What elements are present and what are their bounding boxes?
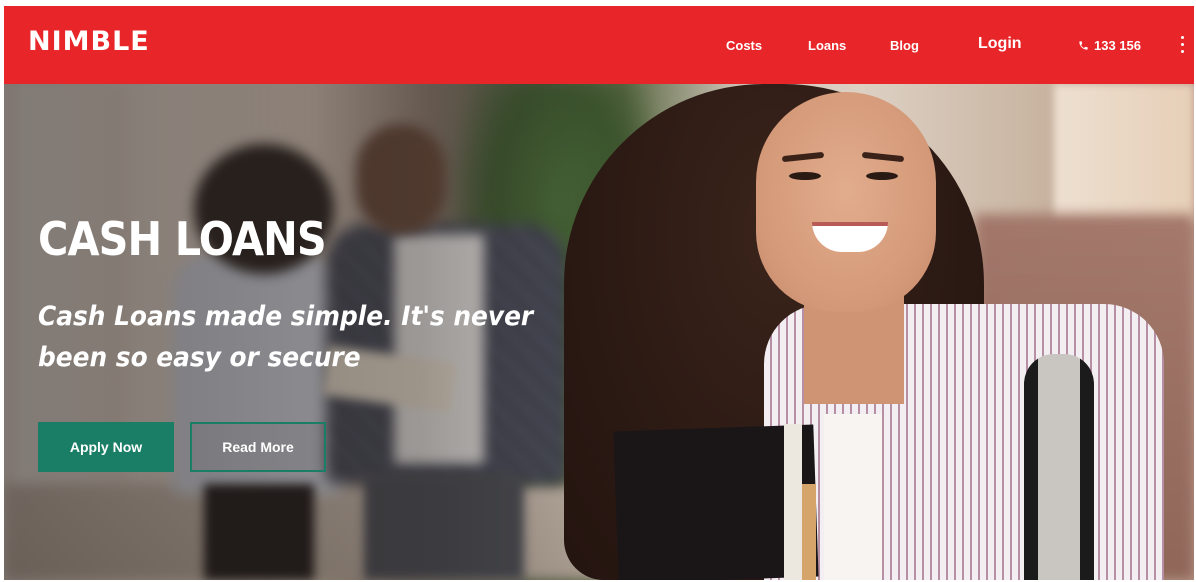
paper-stack [784,424,802,580]
read-more-button[interactable]: Read More [190,422,326,472]
phone-number: 133 156 [1094,38,1141,53]
woman-eye [866,172,898,180]
nav-link-costs[interactable]: Costs [726,38,762,53]
top-navbar: NIMBLE Costs Loans Blog Login 133 156 [4,6,1194,84]
nav-link-blog[interactable]: Blog [890,38,919,53]
kebab-menu-icon[interactable] [1180,36,1186,56]
hero-subtitle: Cash Loans made simple. It's never been … [38,301,534,373]
hero-banner: CASH LOANS Cash Loans made simple. It's … [4,84,1194,580]
backpack-strap [1024,354,1094,580]
hero-title: CASH LOANS [38,212,327,266]
woman-eye [789,172,821,180]
page-frame: NIMBLE Costs Loans Blog Login 133 156 CA… [4,6,1194,580]
nimble-logo[interactable]: NIMBLE [28,26,150,57]
woman-undershirt [824,414,882,580]
nav-link-loans[interactable]: Loans [808,38,846,53]
apply-now-button[interactable]: Apply Now [38,422,174,472]
phone-icon [1078,40,1089,51]
paper-stack [802,484,816,580]
woman-face [756,92,936,312]
nav-link-login[interactable]: Login [978,35,1022,53]
phone-link[interactable]: 133 156 [1078,38,1141,53]
